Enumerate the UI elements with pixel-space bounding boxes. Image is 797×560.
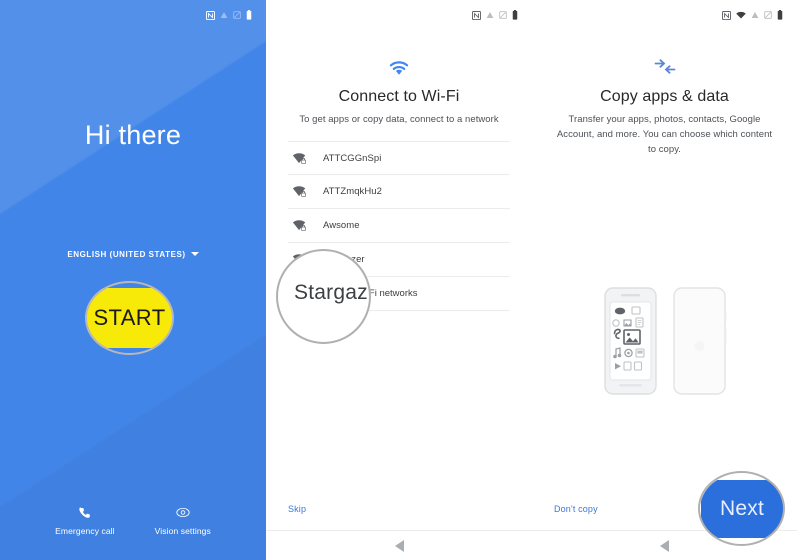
chevron-down-icon (190, 251, 199, 256)
vision-settings-label: Vision settings (154, 526, 211, 536)
system-nav-bar (266, 530, 532, 560)
eye-icon (176, 506, 190, 519)
wifi-network-row[interactable]: Awsome (288, 209, 510, 243)
back-triangle-icon[interactable] (660, 539, 669, 552)
emergency-call-button[interactable]: Emergency call (55, 506, 115, 536)
emergency-call-label: Emergency call (55, 526, 115, 536)
nfc-icon (721, 10, 732, 20)
copy-screen-background (532, 0, 797, 560)
page-subtitle: To get apps or copy data, connect to a n… (299, 114, 499, 125)
network-icon (499, 11, 507, 19)
welcome-screen: Hi there ENGLISH (UNITED STATES) START E… (0, 0, 266, 560)
back-triangle-icon[interactable] (394, 539, 404, 552)
wifi-lock-icon (292, 152, 307, 165)
signal-icon (486, 11, 494, 19)
target-phone-illustration (672, 287, 726, 395)
phone-icon (78, 506, 91, 519)
welcome-background (0, 0, 266, 560)
wifi-icon (266, 58, 532, 77)
language-selector-label: ENGLISH (UNITED STATES) (67, 250, 186, 259)
network-icon (233, 11, 241, 19)
wifi-lock-icon (292, 219, 307, 232)
wifi-network-name: ATTCGGnSpi (323, 152, 382, 164)
wifi-icon (736, 11, 746, 19)
two-phones-transfer-illustration (532, 286, 797, 396)
next-button[interactable]: Next (701, 480, 783, 538)
magnified-network-name: Stargaz (294, 281, 368, 304)
skip-button[interactable]: Skip (288, 504, 306, 514)
transfer-arrows-icon (532, 58, 797, 75)
screenshot-stage: Hi there ENGLISH (UNITED STATES) START E… (0, 0, 797, 560)
dont-copy-button[interactable]: Don't copy (554, 504, 598, 514)
wifi-network-name: Awsome (323, 220, 360, 231)
start-button[interactable]: START (87, 288, 172, 348)
page-title: Connect to Wi-Fi (338, 88, 460, 105)
battery-icon (512, 10, 518, 20)
battery-icon (246, 10, 252, 20)
signal-icon (751, 11, 759, 19)
network-icon (764, 11, 772, 19)
connect-to-wifi-screen: Connect to Wi-Fi To get apps or copy dat… (266, 0, 532, 560)
battery-icon (777, 10, 783, 20)
wifi-network-row[interactable]: ATTZmqkHu2 (288, 175, 510, 209)
wifi-lock-icon (292, 185, 307, 198)
signal-icon (220, 11, 228, 19)
nfc-icon (205, 10, 216, 20)
wifi-bottom-bar: Skip (266, 488, 532, 530)
source-phone-illustration (603, 287, 657, 395)
wifi-network-magnifier: Stargaz (276, 249, 371, 344)
copy-apps-and-data-screen: Copy apps & data Transfer your apps, pho… (532, 0, 797, 560)
page-title: Copy apps & data (600, 88, 729, 105)
greeting-title: Hi there (84, 120, 182, 150)
status-bar (532, 0, 797, 30)
language-selector[interactable]: ENGLISH (UNITED STATES) (0, 250, 266, 259)
wifi-network-name: ATTZmqkHu2 (323, 186, 382, 197)
status-bar (0, 0, 266, 30)
nfc-icon (471, 10, 482, 20)
vision-settings-button[interactable]: Vision settings (155, 506, 211, 536)
page-subtitle: Transfer your apps, photos, contacts, Go… (556, 114, 773, 155)
status-bar (266, 0, 532, 30)
wifi-network-row[interactable]: ATTCGGnSpi (288, 141, 510, 175)
welcome-footer: Emergency call Vision settings (0, 506, 266, 536)
